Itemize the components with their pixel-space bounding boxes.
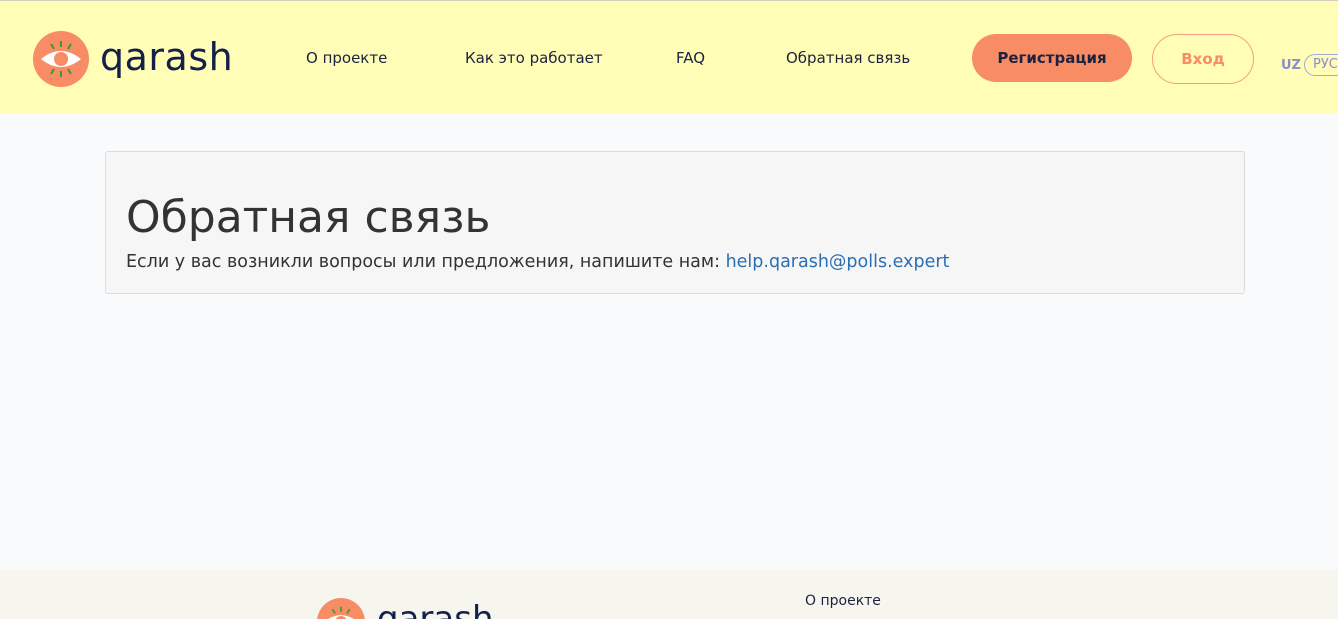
login-button[interactable]: Вход bbox=[1152, 34, 1254, 84]
lang-ru-link[interactable]: РУС bbox=[1304, 54, 1338, 76]
footer-logo[interactable]: qarash bbox=[317, 598, 494, 619]
logo[interactable]: qarash bbox=[33, 31, 233, 87]
feedback-text: Если у вас возникли вопросы или предложе… bbox=[126, 252, 949, 272]
footer-logo-text: qarash bbox=[377, 599, 494, 619]
nav-about[interactable]: О проекте bbox=[306, 49, 387, 67]
logo-text: qarash bbox=[100, 35, 234, 79]
nav-faq[interactable]: FAQ bbox=[676, 49, 705, 67]
footer-eye-logo-icon bbox=[317, 598, 365, 619]
email-link[interactable]: help.qarash@polls.expert bbox=[726, 252, 950, 272]
nav-how-it-works[interactable]: Как это работает bbox=[465, 49, 603, 67]
feedback-panel: Обратная связь Если у вас возникли вопро… bbox=[105, 151, 1245, 294]
site-header: qarash О проекте Как это работает FAQ Об… bbox=[0, 0, 1338, 114]
feedback-text-label: Если у вас возникли вопросы или предложе… bbox=[126, 252, 726, 272]
page-title: Обратная связь bbox=[126, 192, 491, 243]
lang-uz-link[interactable]: UZ bbox=[1281, 58, 1301, 73]
register-button[interactable]: Регистрация bbox=[972, 34, 1132, 82]
eye-logo-icon bbox=[33, 31, 89, 87]
site-footer: qarash О проекте bbox=[0, 570, 1338, 619]
nav-feedback[interactable]: Обратная связь bbox=[786, 49, 910, 67]
footer-link-about[interactable]: О проекте bbox=[805, 593, 881, 609]
